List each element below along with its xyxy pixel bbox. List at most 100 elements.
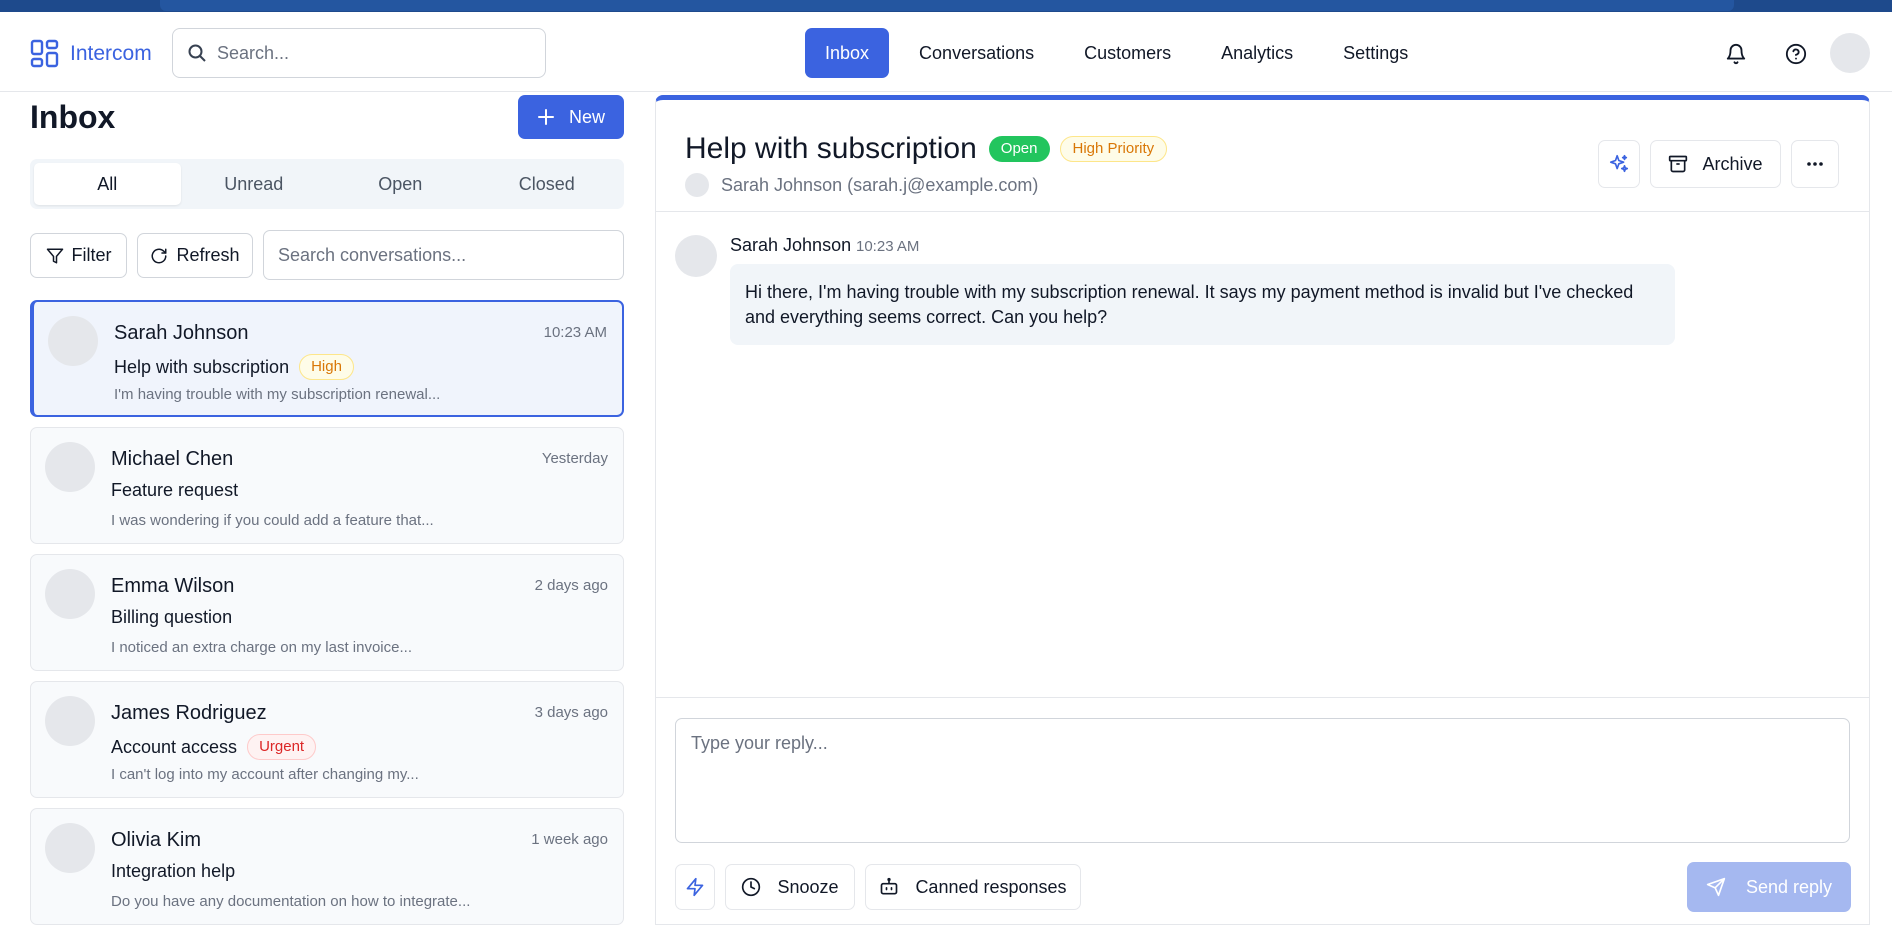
conversation-search-input[interactable] <box>263 230 624 280</box>
conversation-item[interactable]: James Rodriguez 3 days ago Account acces… <box>30 681 624 798</box>
conversation-name: Olivia Kim <box>111 829 202 851</box>
conversation-subject: Account access <box>111 736 238 757</box>
conversation-subject: Help with subscription <box>114 356 290 377</box>
conversation-preview: Do you have any documentation on how to … <box>111 893 471 910</box>
filter-button[interactable]: Filter <box>30 233 127 278</box>
conversation-subject-row: Integration help <box>111 861 235 882</box>
ai-assist-button[interactable] <box>1598 140 1640 188</box>
conversation-time: 2 days ago <box>534 577 608 594</box>
send-icon <box>1706 877 1726 897</box>
conversation-time: 1 week ago <box>531 831 608 848</box>
conversation-preview: I was wondering if you could add a featu… <box>111 512 434 529</box>
window-top-strip-inner <box>160 0 1734 11</box>
conversation-item[interactable]: Michael Chen Yesterday Feature request I… <box>30 427 624 544</box>
search-icon <box>187 43 207 63</box>
send-reply-button[interactable]: Send reply <box>1687 862 1851 912</box>
avatar <box>685 173 709 197</box>
filter-icon <box>46 247 64 265</box>
reply-input[interactable] <box>675 718 1850 843</box>
inbox-panel: Inbox New All Unread Open Closed Filter … <box>0 93 653 925</box>
more-options-button[interactable] <box>1791 140 1839 188</box>
conversation-item[interactable]: Sarah Johnson 10:23 AM Help with subscri… <box>30 300 624 417</box>
archive-button[interactable]: Archive <box>1650 140 1781 188</box>
conversation-subject-row: Feature request <box>111 480 238 501</box>
status-badge: Open <box>988 136 1050 162</box>
conversation-subject: Billing question <box>111 607 233 627</box>
avatar <box>675 235 717 277</box>
conversation-name: James Rodriguez <box>111 702 267 724</box>
canned-responses-button[interactable]: Canned responses <box>865 864 1081 910</box>
conversation-subject-row: Account access Urgent <box>111 734 317 760</box>
conversation-time: 3 days ago <box>534 704 608 721</box>
conversation-name: Sarah Johnson <box>114 322 249 344</box>
avatar <box>45 823 95 873</box>
help-icon[interactable] <box>1782 40 1810 68</box>
conversation-preview: I'm having trouble with my subscription … <box>114 386 441 403</box>
avatar <box>45 569 95 619</box>
conversation-subject-row: Help with subscription High <box>114 354 354 380</box>
message-bubble: Hi there, I'm having trouble with my sub… <box>730 264 1675 345</box>
sparkles-icon <box>1608 153 1630 175</box>
user-avatar[interactable] <box>1830 33 1870 73</box>
refresh-button[interactable]: Refresh <box>137 233 253 278</box>
conversation-time: Yesterday <box>541 450 608 467</box>
tab-closed[interactable]: Closed <box>474 163 621 205</box>
conversation-panel: Help with subscription Open High Priorit… <box>655 95 1870 925</box>
nav-settings[interactable]: Settings <box>1323 28 1428 78</box>
conversation-title-row: Help with subscription Open High Priorit… <box>685 132 1168 166</box>
priority-badge: Urgent <box>247 734 317 760</box>
tab-all[interactable]: All <box>34 163 181 205</box>
tab-open[interactable]: Open <box>327 163 474 205</box>
plus-icon <box>537 108 555 126</box>
quick-action-button[interactable] <box>675 864 715 910</box>
conversation-header: Help with subscription Open High Priorit… <box>656 100 1869 212</box>
app-logo[interactable]: Intercom <box>30 39 152 69</box>
message-author: Sarah Johnson <box>730 235 852 255</box>
window-top-strip <box>0 0 1892 12</box>
send-reply-label: Send reply <box>1745 876 1833 897</box>
avatar <box>45 696 95 746</box>
bot-icon <box>879 877 899 897</box>
snooze-label: Snooze <box>777 876 839 897</box>
conversation-subject: Integration help <box>111 861 236 881</box>
reply-composer: Snooze Canned responses Send reply <box>656 697 1869 925</box>
nav-inbox[interactable]: Inbox <box>805 28 890 78</box>
bell-icon[interactable] <box>1722 40 1750 68</box>
conversation-list: Sarah Johnson 10:23 AM Help with subscri… <box>30 300 624 925</box>
conversation-time: 10:23 AM <box>543 324 607 341</box>
global-search-input[interactable] <box>217 42 517 64</box>
conversation-item[interactable]: Emma Wilson 2 days ago Billing question … <box>30 554 624 671</box>
nav-customers[interactable]: Customers <box>1064 28 1191 78</box>
filter-label: Filter <box>71 245 112 265</box>
nav-conversations[interactable]: Conversations <box>899 28 1054 78</box>
global-search[interactable] <box>172 28 546 78</box>
tab-unread[interactable]: Unread <box>181 163 328 205</box>
main-nav: Inbox Conversations Customers Analytics … <box>805 28 1438 78</box>
conversation-name: Michael Chen <box>111 448 234 470</box>
refresh-icon <box>150 247 168 265</box>
priority-badge: High <box>299 354 354 380</box>
app-name: Intercom <box>70 42 152 65</box>
lightning-icon <box>685 877 705 897</box>
requester-name-email: Sarah Johnson (sarah.j@example.com) <box>721 174 1039 195</box>
more-horizontal-icon <box>1805 154 1825 174</box>
conversation-name: Emma Wilson <box>111 575 235 597</box>
conversation-preview: I noticed an extra charge on my last inv… <box>111 639 412 656</box>
avatar <box>45 442 95 492</box>
canned-responses-label: Canned responses <box>915 876 1067 897</box>
new-button-label: New <box>568 106 605 127</box>
conversation-subject-row: Billing question <box>111 607 232 628</box>
conversation-title: Help with subscription <box>685 132 977 165</box>
snooze-button[interactable]: Snooze <box>725 864 855 910</box>
conversation-subject: Feature request <box>111 480 239 500</box>
conversation-item[interactable]: Olivia Kim 1 week ago Integration help D… <box>30 808 624 925</box>
refresh-label: Refresh <box>176 245 240 265</box>
message-thread: Sarah Johnson 10:23 AM Hi there, I'm hav… <box>656 213 1869 697</box>
message-time: 10:23 AM <box>856 238 920 255</box>
inbox-title: Inbox <box>30 99 116 135</box>
new-conversation-button[interactable]: New <box>518 95 624 139</box>
nav-analytics[interactable]: Analytics <box>1201 28 1313 78</box>
archive-icon <box>1668 154 1688 174</box>
priority-badge: High Priority <box>1059 136 1168 162</box>
grid-logo-icon <box>30 39 60 69</box>
